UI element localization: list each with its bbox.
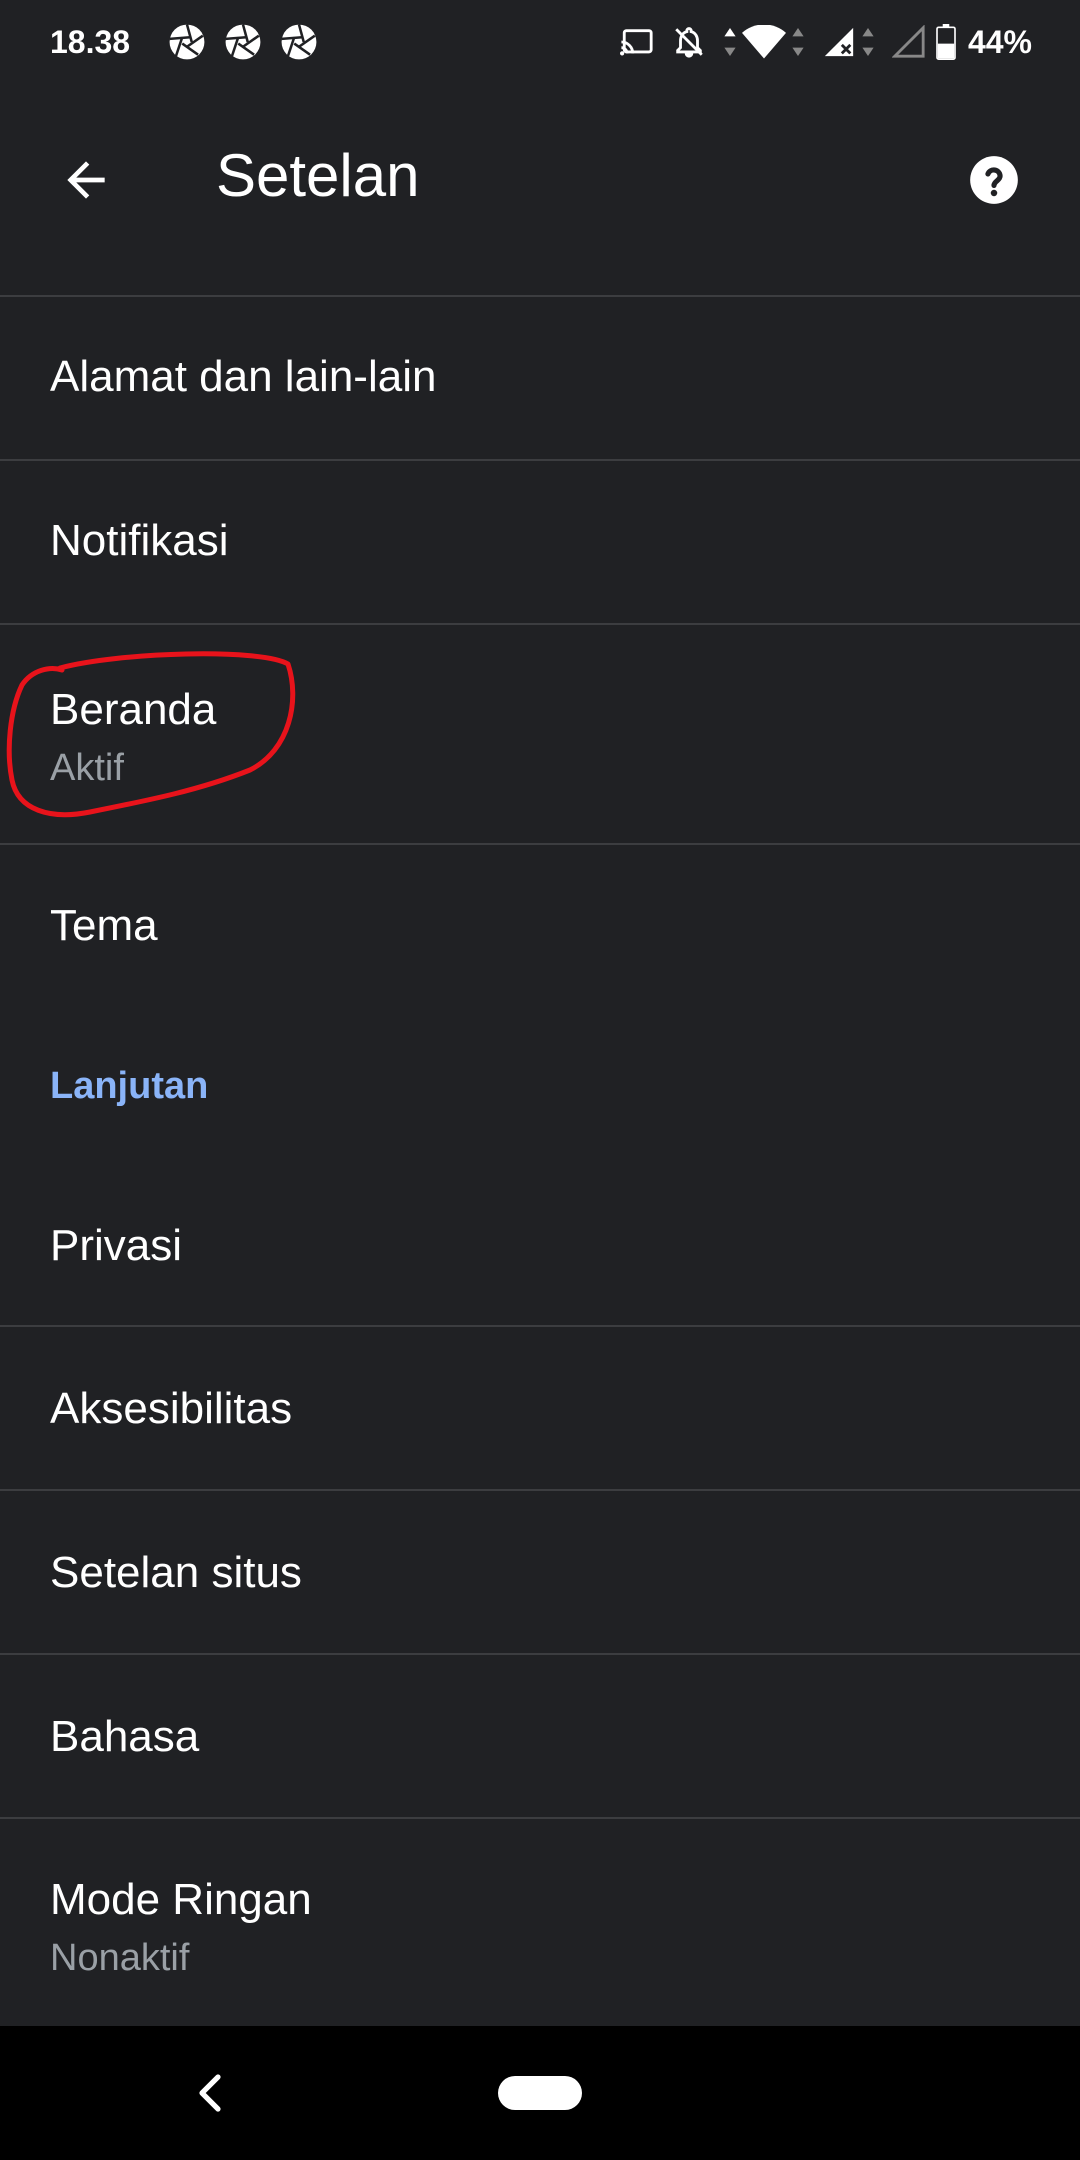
back-button[interactable] [40, 134, 132, 226]
data-arrows-icon [862, 28, 874, 56]
aperture-icon [224, 23, 262, 61]
settings-item-accessibility[interactable]: Aksesibilitas [0, 1327, 1080, 1489]
settings-item-lite-mode[interactable]: Mode Ringan Nonaktif [0, 1819, 1080, 2026]
navigation-bar [0, 2026, 1080, 2160]
aperture-icon [280, 23, 318, 61]
help-icon [970, 156, 1018, 204]
settings-item-title: Mode Ringan [50, 1875, 312, 1924]
battery-icon [936, 24, 956, 60]
nav-home-pill[interactable] [498, 2076, 582, 2110]
nav-back-button[interactable] [180, 2056, 240, 2130]
section-header-advanced: Lanjutan [50, 1065, 209, 1107]
help-button[interactable] [948, 134, 1040, 226]
settings-item-title: Bahasa [50, 1712, 200, 1761]
battery-percent: 44% [967, 23, 1032, 60]
arrow-back-icon [67, 161, 105, 199]
status-bar-left: 18.38 [50, 23, 336, 61]
settings-item-title: Aksesibilitas [50, 1384, 293, 1433]
settings-item-title: Beranda [50, 685, 217, 734]
data-arrows-icon [792, 28, 804, 56]
settings-item-languages[interactable]: Bahasa [0, 1655, 1080, 1817]
settings-item-title: Notifikasi [50, 516, 229, 565]
settings-item-title: Setelan situs [50, 1548, 302, 1597]
settings-item-title: Privasi [50, 1221, 183, 1270]
status-bar: 18.38 44% [0, 0, 1080, 84]
settings-item-subtitle: Aktif [50, 747, 124, 789]
settings-item-title: Alamat dan lain-lain [50, 352, 437, 401]
cell-signal-empty-icon [891, 25, 926, 59]
app-bar: Setelan [0, 84, 1080, 294]
aperture-icon [168, 23, 206, 61]
settings-item-addresses[interactable]: Alamat dan lain-lain [0, 297, 1080, 459]
settings-item-subtitle: Nonaktif [50, 1937, 190, 1979]
settings-item-theme[interactable]: Tema [0, 845, 1080, 1005]
settings-item-notifications[interactable]: Notifikasi [0, 461, 1080, 623]
data-arrows-icon [724, 28, 736, 56]
settings-item-site-settings[interactable]: Setelan situs [0, 1491, 1080, 1653]
status-bar-right: 44% [602, 24, 1032, 61]
cell-signal-no-data-icon [822, 25, 856, 59]
status-time: 18.38 [50, 23, 131, 60]
notifications-off-icon [672, 24, 706, 60]
wifi-icon [741, 25, 786, 59]
chevron-left-icon [199, 2074, 221, 2112]
settings-item-title: Tema [50, 901, 158, 950]
settings-item-privacy[interactable]: Privasi [0, 1165, 1080, 1325]
page-title: Setelan [216, 142, 420, 209]
cast-icon [619, 27, 654, 57]
settings-item-homepage[interactable]: Beranda Aktif [0, 625, 1080, 843]
